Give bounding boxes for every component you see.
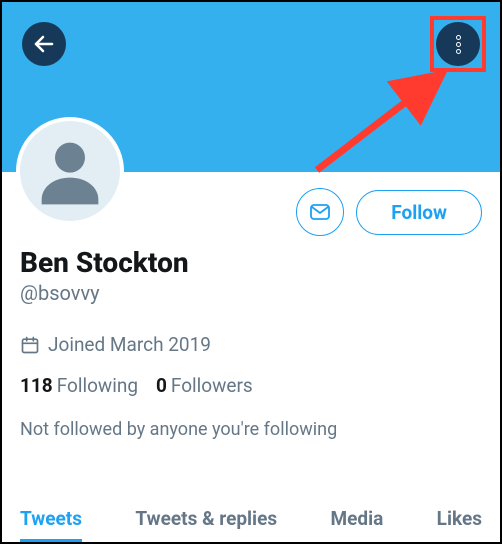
tab-tweets-replies[interactable]: Tweets & replies <box>135 497 277 540</box>
envelope-icon <box>308 200 332 224</box>
person-icon <box>30 131 110 211</box>
annotation-highlight <box>430 16 486 72</box>
joined-date: Joined March 2019 <box>20 333 482 356</box>
followers-link[interactable]: 0Followers <box>156 374 253 397</box>
more-vertical-icon <box>456 35 461 40</box>
arrow-left-icon <box>32 32 56 56</box>
tab-media[interactable]: Media <box>330 497 383 540</box>
display-name: Ben Stockton <box>20 246 482 279</box>
annotation-arrow-icon <box>302 60 462 180</box>
followers-count: 0 <box>156 374 167 397</box>
profile-tabs: Tweets Tweets & replies Media Likes <box>2 494 500 542</box>
joined-label: Joined March 2019 <box>48 333 211 356</box>
tab-likes[interactable]: Likes <box>437 497 482 540</box>
following-link[interactable]: 118Following <box>20 374 138 397</box>
more-vertical-icon <box>456 49 461 54</box>
tab-tweets[interactable]: Tweets <box>20 497 82 540</box>
calendar-icon <box>20 335 40 355</box>
following-label: Following <box>57 374 138 397</box>
following-count: 118 <box>20 374 53 397</box>
more-options-button[interactable] <box>436 22 480 66</box>
avatar[interactable] <box>16 117 124 225</box>
more-vertical-icon <box>456 42 461 47</box>
follow-stats: 118Following 0Followers <box>20 374 482 397</box>
back-button[interactable] <box>22 22 66 66</box>
user-handle: @bsovvy <box>20 281 482 305</box>
followed-by-note: Not followed by anyone you're following <box>20 419 482 440</box>
message-button[interactable] <box>296 188 344 236</box>
profile-info: Ben Stockton @bsovvy Joined March 2019 1… <box>2 236 500 440</box>
followers-label: Followers <box>171 374 253 397</box>
follow-button[interactable]: Follow <box>356 190 482 235</box>
